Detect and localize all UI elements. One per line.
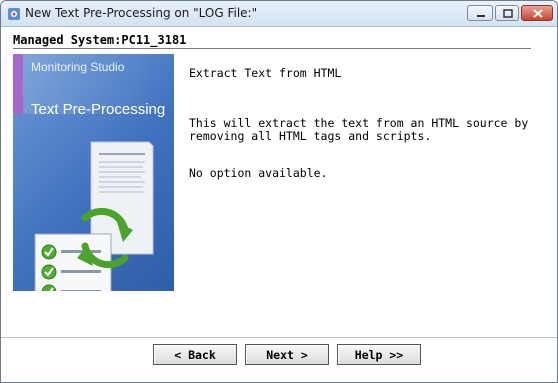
accent-bar [13, 54, 23, 114]
window-title: New Text Pre-Processing on "LOG File:" [25, 6, 258, 20]
step-description: This will extract the text from an HTML … [189, 116, 529, 143]
step-title: Extract Text from HTML [189, 66, 342, 80]
product-label: Text Pre-Processing [31, 101, 166, 118]
options-text: No option available. [189, 166, 328, 180]
next-button[interactable]: Next > [245, 344, 329, 365]
footer-divider-highlight [1, 338, 557, 339]
app-icon [8, 8, 20, 20]
close-icon [533, 9, 543, 18]
document-checklist-refresh-icon [34, 141, 154, 291]
header-divider [13, 48, 531, 49]
maximize-button[interactable] [495, 5, 519, 21]
title-bar[interactable]: New Text Pre-Processing on "LOG File:" [1, 1, 557, 27]
back-button[interactable]: < Back [153, 344, 237, 365]
close-button[interactable] [521, 5, 553, 21]
minimize-icon [477, 15, 485, 17]
side-banner: Monitoring Studio Text Pre-Processing [13, 54, 174, 291]
minimize-button[interactable] [467, 5, 493, 21]
brand-label: Monitoring Studio [31, 60, 125, 74]
maximize-icon [503, 9, 513, 18]
help-button[interactable]: Help >> [337, 344, 421, 365]
managed-system-label: Managed System:PC11_3181 [13, 33, 187, 47]
dialog-window: New Text Pre-Processing on "LOG File:" M… [0, 0, 558, 383]
